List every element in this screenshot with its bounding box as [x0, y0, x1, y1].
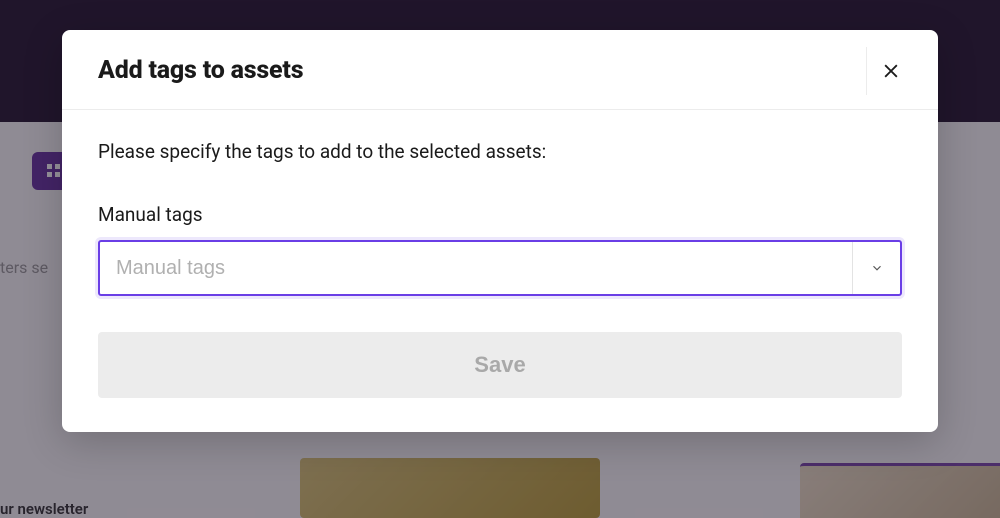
manual-tags-label: Manual tags: [98, 203, 902, 226]
close-icon: [881, 61, 901, 81]
instruction-text: Please specify the tags to add to the se…: [98, 140, 902, 163]
add-tags-modal: Add tags to assets Please specify the ta…: [62, 30, 938, 432]
modal-body: Please specify the tags to add to the se…: [62, 110, 938, 432]
modal-header: Add tags to assets: [62, 30, 938, 110]
modal-title: Add tags to assets: [98, 56, 303, 85]
dropdown-toggle[interactable]: [852, 242, 900, 294]
chevron-down-icon: [870, 261, 884, 275]
manual-tags-combobox[interactable]: [98, 240, 902, 296]
save-button[interactable]: Save: [98, 332, 902, 398]
manual-tags-input[interactable]: [100, 242, 852, 294]
close-button[interactable]: [866, 47, 914, 95]
